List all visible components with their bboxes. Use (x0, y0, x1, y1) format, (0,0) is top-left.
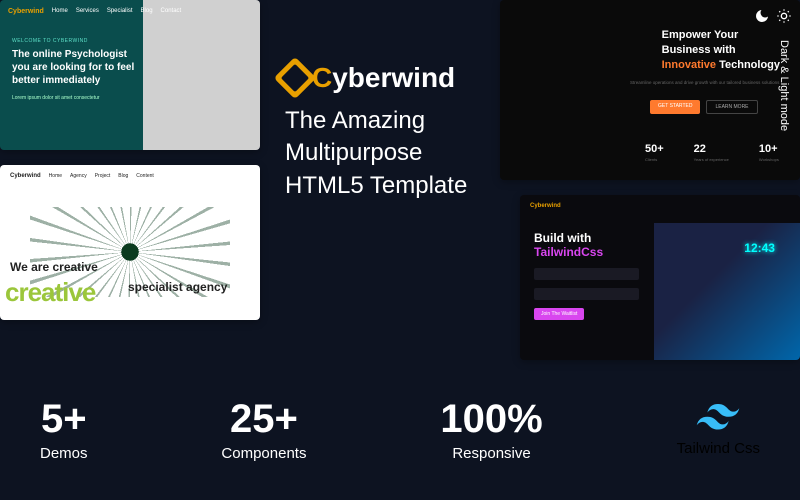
stat-responsive: 100% Responsive (440, 399, 542, 462)
stat-components: 25+ Components (221, 399, 306, 462)
demo1-headline: The online Psychologist you are looking … (12, 48, 142, 87)
tailwind-badge: Tailwind Css (677, 404, 760, 457)
theme-toggle[interactable] (754, 8, 792, 24)
demo2-stats: 50+Clients 22Years of experience 10+Work… (645, 143, 779, 162)
demo1-subtext: Lorem ipsum dolor sit amet consectetur (12, 95, 100, 101)
demo3-line1: We are creative (10, 260, 98, 274)
learn-more-button[interactable]: LEARN MORE (706, 100, 757, 114)
join-waitlist-button[interactable]: Join The Waitlist (534, 308, 584, 320)
sun-icon (776, 8, 792, 24)
feature-stats: 5+ Demos 25+ Components 100% Responsive … (40, 399, 760, 462)
demo-psychologist: Cyberwind HomeServicesSpecialistBlogCont… (0, 0, 260, 150)
demo-business-dark: Empower Your Business with Innovative Te… (500, 0, 800, 180)
demo4-workspace-image: 12:43 (654, 223, 800, 360)
demo3-nav: Cyberwind HomeAgencyProjectBlogContent (10, 173, 154, 179)
tagline: The Amazing Multipurpose HTML5 Template (285, 105, 467, 202)
demo4-input[interactable] (534, 268, 639, 280)
demo4-input[interactable] (534, 288, 639, 300)
moon-icon (754, 8, 770, 24)
demo2-headline: Empower Your Business with Innovative Te… (662, 28, 780, 73)
demo3-line3: specialist agency (128, 280, 227, 294)
get-started-button[interactable]: GET STARTED (650, 100, 700, 114)
demo-creative-agency: Cyberwind HomeAgencyProjectBlogContent W… (0, 165, 260, 320)
demo4-nav: Cyberwind (530, 203, 561, 209)
demo-tailwind-dark: Cyberwind Build withTailwindCss Join The… (520, 195, 800, 360)
demo2-buttons: GET STARTED LEARN MORE (650, 100, 758, 114)
stat-demos: 5+ Demos (40, 399, 88, 462)
demo3-creative: creative (5, 277, 95, 308)
demo1-nav: Cyberwind HomeServicesSpecialistBlogCont… (8, 8, 181, 15)
clock-display: 12:43 (744, 241, 775, 255)
brand-icon (274, 57, 316, 99)
brand-logo: Cyberwind (280, 62, 455, 94)
demo2-subtext: Streamline operations and drive growth w… (630, 80, 780, 85)
demo4-title: Build withTailwindCss (534, 231, 654, 260)
tailwind-icon (696, 404, 740, 430)
dark-light-label: Dark & Light mode (778, 40, 790, 131)
demo1-welcome: WELCOME TO CYBERWIND (12, 38, 88, 44)
